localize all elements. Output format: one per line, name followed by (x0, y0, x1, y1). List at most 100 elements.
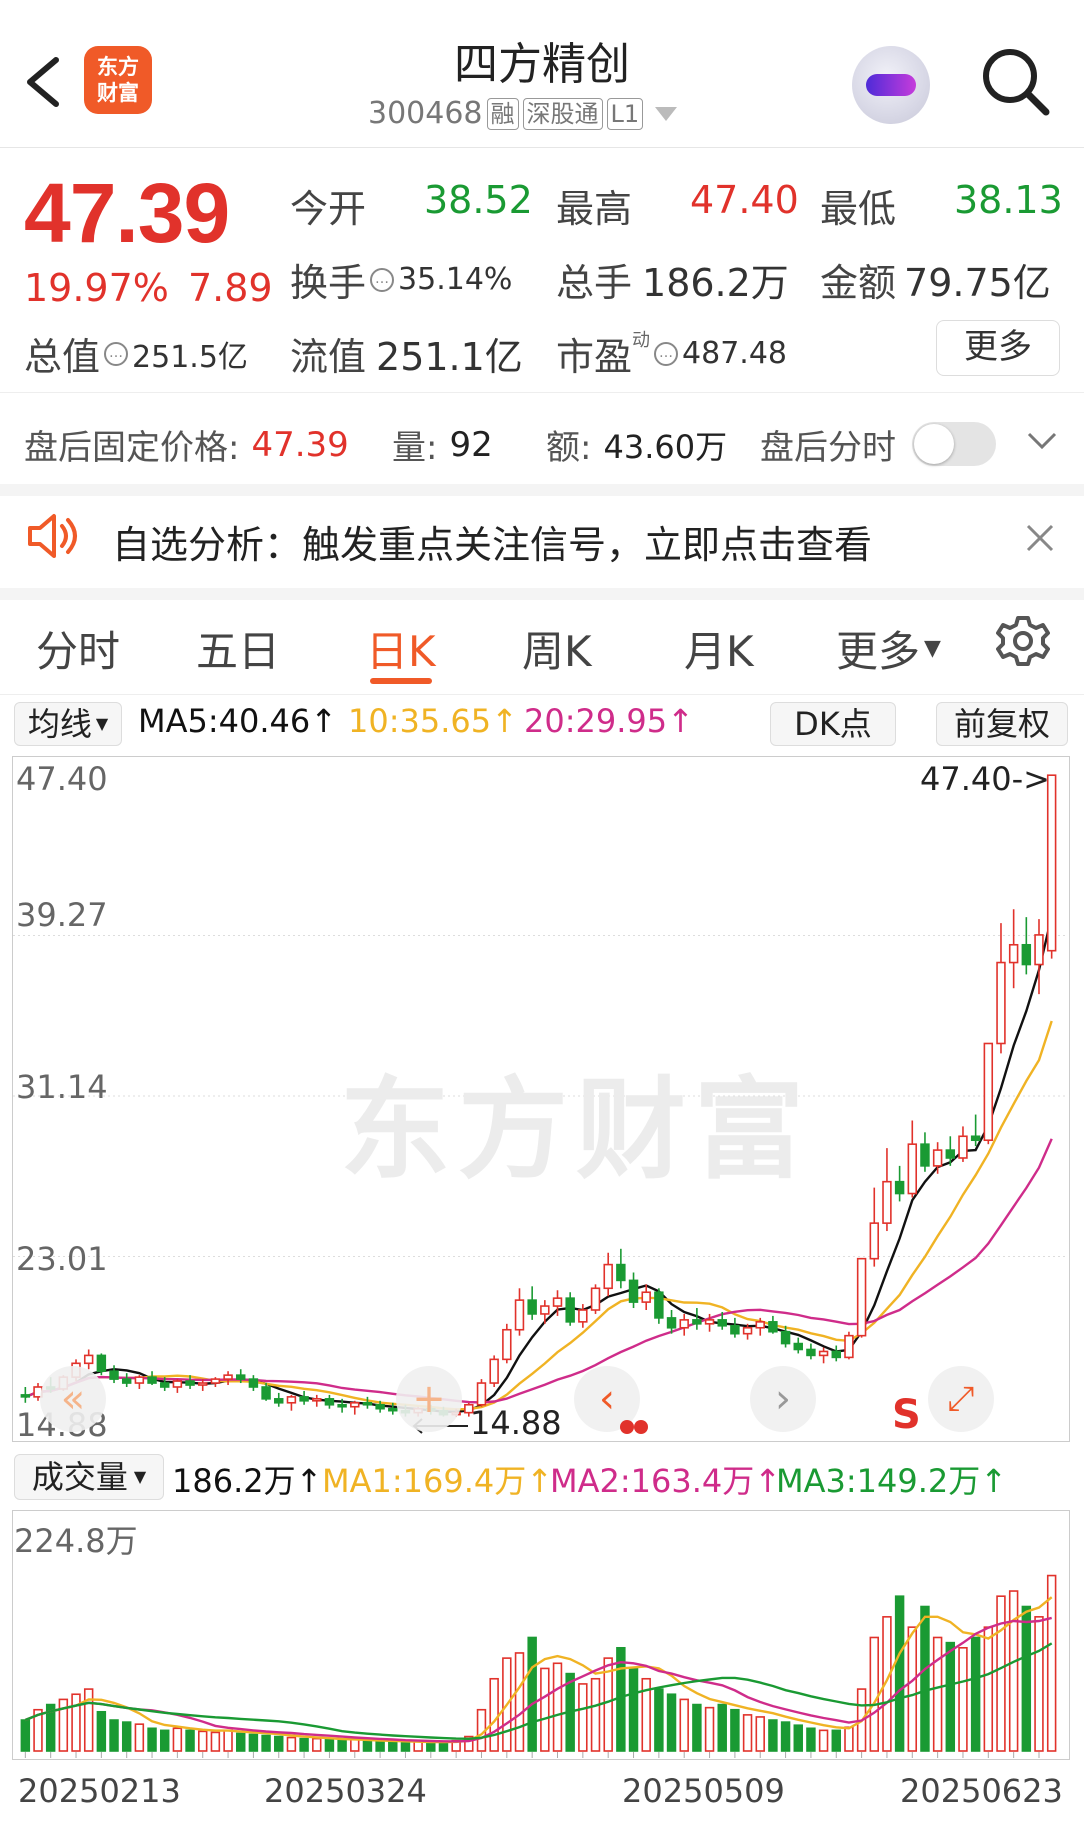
ah-price-value: 47.39 (251, 424, 349, 465)
candle-body (692, 1319, 702, 1325)
next-arrow-icon[interactable]: › (750, 1366, 816, 1432)
date-label: 20250509 (622, 1772, 785, 1810)
volume-bar (540, 1667, 550, 1752)
low-label: 最低 (820, 187, 897, 231)
search-button[interactable] (980, 46, 1052, 118)
candle-body (996, 961, 1006, 1045)
candle-body (831, 1350, 841, 1359)
caret-down-icon[interactable] (653, 104, 679, 124)
float-label: 流值 (290, 335, 367, 379)
close-icon[interactable] (1024, 522, 1056, 554)
alert-message[interactable]: 自选分析：触发重点关注信号，立即点击查看 (112, 514, 872, 569)
volume-bar (388, 1740, 398, 1752)
volume-bar (818, 1729, 829, 1752)
info-icon[interactable]: … (104, 341, 129, 366)
tab-intraday[interactable]: 分时 (36, 618, 120, 679)
volume-bar (172, 1727, 183, 1752)
candle-body (679, 1319, 689, 1329)
volume-max-label: 224.8万 (14, 1522, 138, 1560)
volume-bar (692, 1703, 702, 1752)
dk-point-button[interactable]: DK点 (770, 702, 896, 746)
candle-body (109, 1370, 119, 1380)
candle-body (185, 1380, 195, 1386)
candle-body (540, 1305, 550, 1315)
caret-down-icon: ▼ (95, 714, 109, 733)
candle-body (248, 1378, 259, 1388)
amount-value: 79.75亿 (904, 261, 1051, 305)
pe-value: 487.48 (682, 336, 787, 371)
candle-body (932, 1149, 943, 1167)
candle-body (907, 1143, 918, 1195)
tab-daily-k[interactable]: 日K (366, 618, 436, 679)
info-icon[interactable]: … (654, 341, 679, 366)
volume-bar (679, 1698, 689, 1752)
volume-bar (210, 1731, 221, 1752)
ma10-value: 10:35.65↑ (348, 702, 518, 740)
volume-bar (907, 1626, 918, 1752)
volume-bar (552, 1662, 563, 1752)
candle-body (274, 1398, 284, 1404)
candle-body (324, 1398, 335, 1406)
more-button[interactable]: 更多 (936, 320, 1060, 376)
assistant-robot-avatar[interactable] (852, 46, 930, 124)
volume-bar (970, 1636, 981, 1752)
tab-more[interactable]: 更多 ▼ (836, 618, 941, 679)
stock-code: 300468 (368, 96, 483, 131)
candle-body (628, 1279, 639, 1303)
candle-body (730, 1324, 740, 1335)
divider (0, 694, 1084, 695)
expand-icon[interactable]: ⤢ (928, 1366, 994, 1432)
volume-indicator-selector[interactable]: 成交量 ▼ (14, 1454, 164, 1500)
candle-body (806, 1348, 816, 1357)
volume-bar (742, 1714, 753, 1752)
volume-bar (704, 1706, 715, 1752)
pe-sup: 动 (632, 330, 651, 351)
crosshair-icon[interactable]: + (396, 1366, 462, 1432)
volume-bar (413, 1740, 423, 1752)
ah-timeshare-label: 盘后分时 (760, 428, 896, 468)
gear-icon[interactable] (996, 614, 1050, 668)
candle-body (793, 1342, 803, 1351)
after-hours-toggle[interactable] (912, 422, 996, 466)
high-value: 47.40 (690, 178, 799, 222)
chevron-down-icon[interactable] (1026, 430, 1058, 452)
adjust-button[interactable]: 前复权 (936, 702, 1068, 746)
volume-bar (527, 1636, 537, 1752)
sell-signal-icon: S (892, 1392, 921, 1438)
volume-bar (780, 1721, 791, 1752)
rewind-icon[interactable]: « (40, 1366, 106, 1432)
high-marker: 47.40-> (920, 760, 1050, 798)
candle-body (476, 1382, 487, 1406)
info-icon[interactable]: … (370, 267, 395, 292)
candle-body (375, 1403, 385, 1410)
y-label-4: 23.01 (16, 1240, 108, 1278)
candle-body (654, 1291, 664, 1319)
volume-bar (312, 1737, 322, 1752)
tab-monthly-k[interactable]: 月K (684, 618, 754, 679)
volume-value: 186.2万↑ (172, 1462, 323, 1500)
candle-body (159, 1382, 170, 1388)
volume-bar (996, 1595, 1006, 1752)
stock-code-row: 300468 融 深股通 L1 (368, 96, 679, 131)
volume-bar (299, 1737, 309, 1752)
volume-bar (261, 1734, 271, 1752)
indicator-selector[interactable]: 均线 ▼ (14, 702, 122, 746)
candle-body (1008, 943, 1019, 964)
volume-bar (958, 1646, 968, 1752)
volume-bar (185, 1729, 195, 1752)
search-icon (983, 49, 1050, 116)
candle-body (197, 1382, 208, 1386)
tab-five-day[interactable]: 五日 (196, 618, 280, 679)
candle-body (514, 1299, 525, 1331)
candle-body (350, 1401, 360, 1408)
volume-bar (514, 1652, 525, 1752)
speaker-icon (28, 514, 77, 558)
tab-weekly-k[interactable]: 周K (522, 618, 592, 679)
volume-chart[interactable] (12, 1510, 1070, 1760)
candle-body (20, 1394, 31, 1398)
volume-bar (983, 1626, 994, 1752)
volume-bar (147, 1727, 157, 1752)
volume-bar (831, 1729, 841, 1752)
turnover-label: 换手 (290, 261, 367, 305)
y-label-3: 31.14 (16, 1068, 108, 1106)
